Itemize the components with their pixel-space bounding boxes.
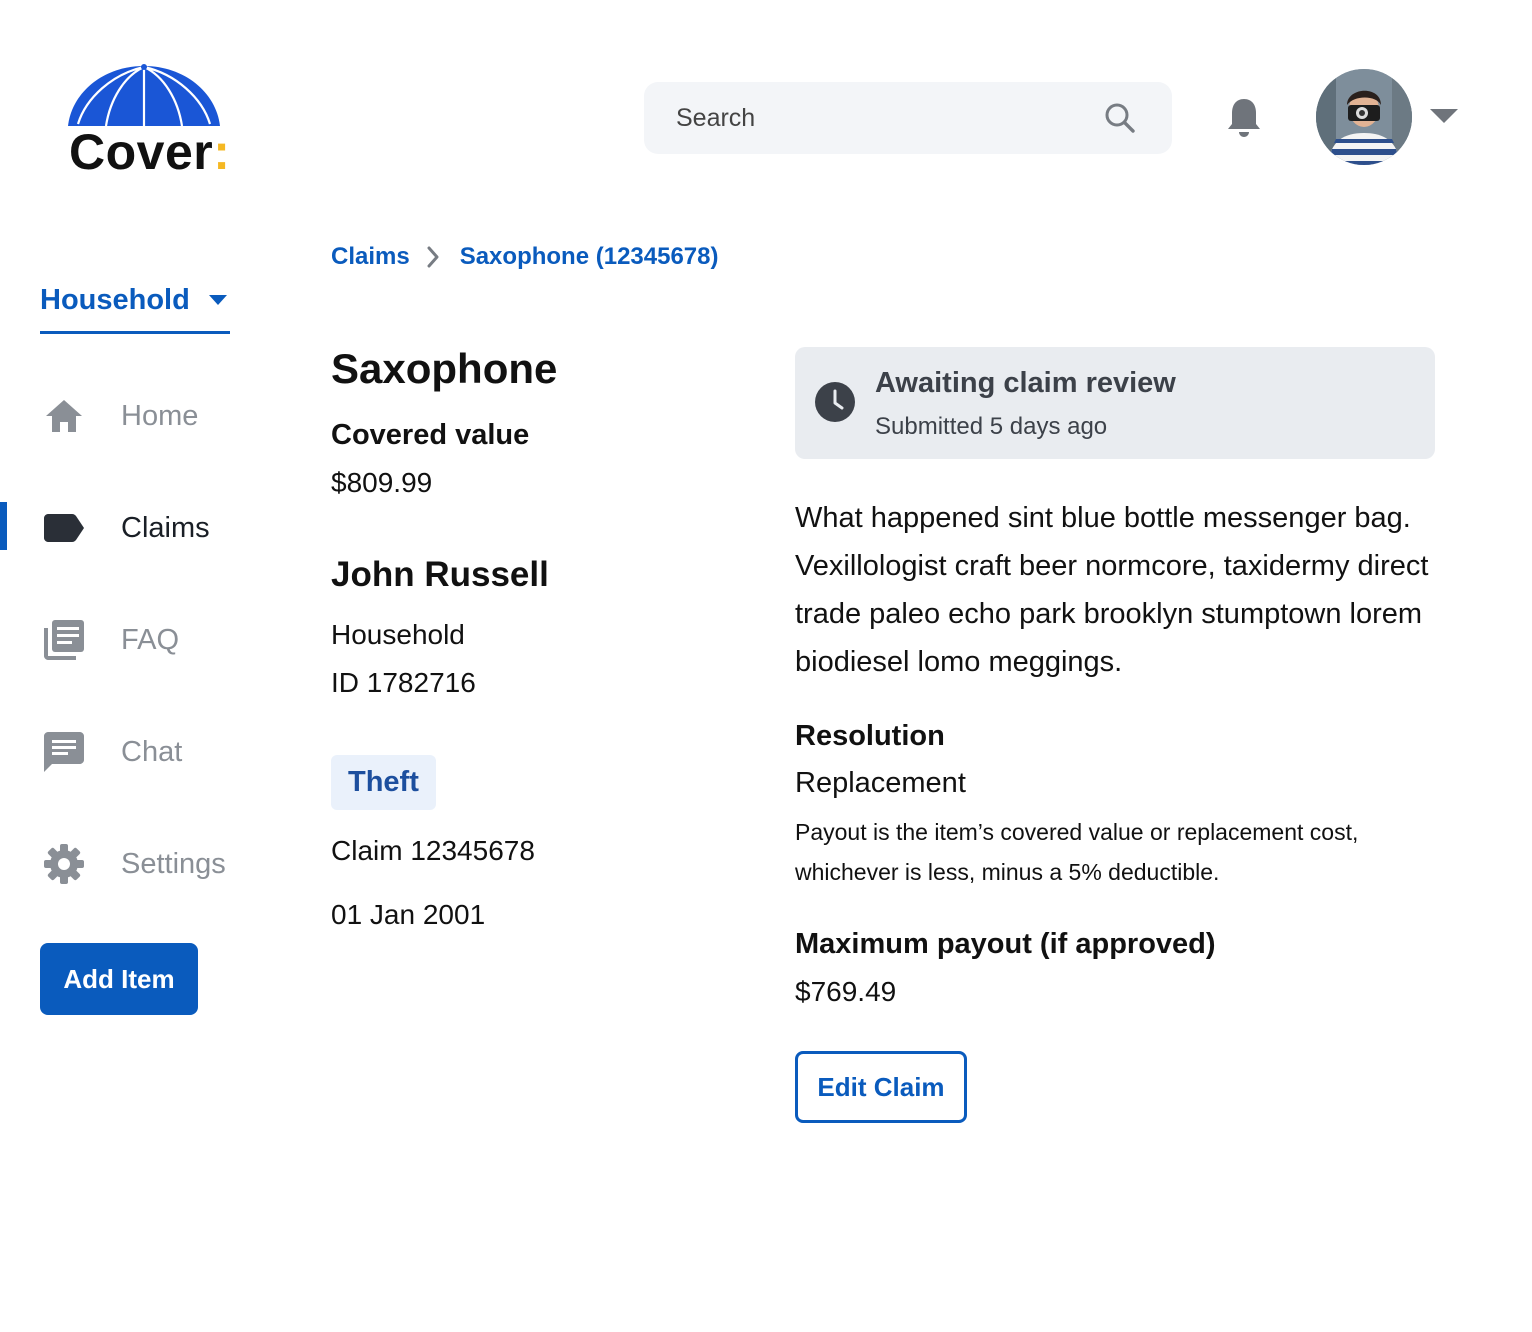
tag-icon xyxy=(44,508,84,548)
owner-name: John Russell xyxy=(331,555,549,594)
breadcrumb: Claims Saxophone (12345678) xyxy=(331,243,719,271)
item-title: Saxophone xyxy=(331,345,558,392)
caret-down-icon xyxy=(208,295,227,305)
sidebar-item-chat[interactable]: Chat xyxy=(0,724,260,780)
brand-name: Cover xyxy=(69,124,214,180)
policy-id: ID 1782716 xyxy=(331,667,476,698)
avatar[interactable] xyxy=(1316,69,1412,165)
policy-type: Household xyxy=(331,619,465,650)
resolution-value: Replacement xyxy=(795,767,966,799)
umbrella-icon xyxy=(68,64,220,127)
sidebar-item-label: Chat xyxy=(121,736,183,768)
home-icon xyxy=(44,396,84,436)
claim-number: Claim 12345678 xyxy=(331,835,535,866)
sidebar-item-claims[interactable]: Claims xyxy=(0,500,260,556)
search-icon[interactable] xyxy=(1104,102,1136,134)
claim-type-tag: Theft xyxy=(331,755,436,810)
add-item-button[interactable]: Add Item xyxy=(40,943,198,1015)
sidebar-item-faq[interactable]: FAQ xyxy=(0,612,260,668)
chevron-right-icon xyxy=(426,246,440,268)
search-bar[interactable] xyxy=(644,82,1172,154)
covered-value: $809.99 xyxy=(331,467,433,498)
breadcrumb-current[interactable]: Saxophone (12345678) xyxy=(460,243,719,271)
max-payout-value: $769.49 xyxy=(795,976,897,1007)
chevron-down-icon[interactable] xyxy=(1429,108,1459,124)
sidebar-item-label: Settings xyxy=(121,848,226,880)
claim-date: 01 Jan 2001 xyxy=(331,899,486,930)
clock-icon xyxy=(815,382,855,422)
sidebar-item-label: Home xyxy=(121,400,199,432)
library-icon xyxy=(44,620,84,660)
policy-switcher[interactable]: Household xyxy=(40,280,230,334)
gear-icon xyxy=(44,844,84,884)
sidebar-item-settings[interactable]: Settings xyxy=(0,836,260,892)
covered-value-label: Covered value xyxy=(331,419,530,451)
sidebar-item-label: Claims xyxy=(121,512,210,544)
sidebar-item-home[interactable]: Home xyxy=(0,388,260,444)
resolution-label: Resolution xyxy=(795,720,945,752)
user-photo xyxy=(1316,69,1412,165)
edit-claim-button[interactable]: Edit Claim xyxy=(795,1051,967,1123)
bell-icon[interactable] xyxy=(1226,96,1262,138)
status-title: Awaiting claim review xyxy=(875,367,1176,399)
search-input[interactable] xyxy=(676,82,1096,154)
breadcrumb-parent-link[interactable]: Claims xyxy=(331,243,410,271)
resolution-note: Payout is the item’s covered value or re… xyxy=(795,819,1359,885)
claim-description: What happened sint blue bottle messenger… xyxy=(795,502,1429,678)
brand-logo[interactable]: Cover: xyxy=(66,64,236,184)
claim-status-card: Awaiting claim review Submitted 5 days a… xyxy=(795,347,1435,459)
brand-colon: : xyxy=(213,124,231,180)
sidebar-item-label: FAQ xyxy=(121,624,180,656)
status-subtitle: Submitted 5 days ago xyxy=(875,413,1108,440)
brand-wordmark: Cover: xyxy=(69,122,230,182)
policy-label: Household xyxy=(40,284,190,316)
chat-icon xyxy=(44,732,84,772)
max-payout-label: Maximum payout (if approved) xyxy=(795,928,1216,960)
